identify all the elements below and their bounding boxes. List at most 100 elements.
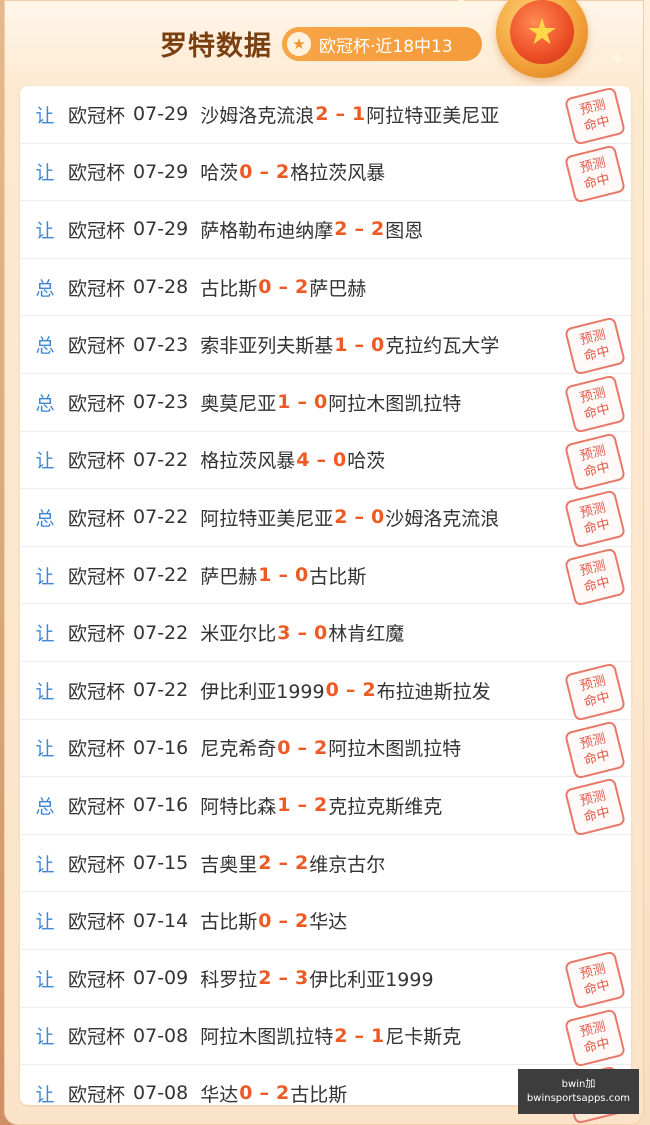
bet-type-tag: 让 [35, 450, 55, 473]
match-date: 07-29 [133, 103, 189, 126]
prediction-hit-stamp: 预测命中 [563, 547, 627, 607]
match-date: 07-16 [133, 794, 189, 817]
away-score: 0 [370, 506, 385, 529]
home-score: 2 [334, 218, 348, 241]
bet-type-tag: 总 [35, 392, 55, 415]
match-row[interactable]: 总欧冠杯 07-23 索非亚列夫斯基 1–0 克拉约瓦大学 预测 命中 [20, 316, 631, 376]
home-team: 阿拉木图凯拉特 [200, 1026, 334, 1049]
score-separator: – [345, 679, 356, 702]
score-separator: – [335, 103, 345, 126]
home-score: 1 [277, 794, 291, 817]
away-team: 哈茨 [347, 450, 386, 473]
away-team: 伊比利亚1999 [309, 968, 434, 991]
home-team: 阿特比森 [200, 795, 277, 818]
match-date: 07-14 [133, 909, 189, 932]
bet-type-tag: 让 [35, 968, 55, 991]
away-score: 2 [294, 852, 309, 875]
home-team: 索非亚列夫斯基 [200, 335, 334, 358]
match-row[interactable]: 让欧冠杯 07-14 古比斯 0–2 华达 [20, 892, 631, 950]
away-score: 2 [275, 160, 290, 183]
home-score: 1 [334, 333, 348, 356]
star-medal-icon: ★ [496, 0, 588, 78]
home-team: 古比斯 [200, 277, 258, 300]
match-row[interactable]: 让欧冠杯 07-22 伊比利亚1999 0–2 布拉迪斯拉发 预测 命中 [20, 662, 631, 722]
league-name: 欧冠杯 [68, 277, 126, 300]
home-team: 萨格勒布迪纳摩 [200, 219, 334, 242]
match-row[interactable]: 总欧冠杯 07-28 古比斯 0–2 萨巴赫 [20, 259, 631, 317]
home-score: 2 [258, 967, 272, 990]
match-row[interactable]: 让欧冠杯 07-22 格拉茨风暴 4–0 哈茨 预测 命中 [20, 431, 631, 492]
star-icon: ★ [287, 32, 311, 56]
bet-type-tag: 让 [35, 219, 55, 242]
match-row[interactable]: 让欧冠杯 07-22 米亚尔比 3–0 林肯红魔 [20, 604, 631, 662]
league-name: 欧冠杯 [68, 392, 126, 415]
home-team: 哈茨 [200, 162, 239, 185]
match-date: 07-22 [133, 506, 189, 529]
header: 罗特数据 ★ 欧冠杯·近18中13 ★ ✦ ✦ [0, 0, 650, 84]
match-row[interactable]: 让欧冠杯 07-29 沙姆洛克流浪 2–1 阿拉特亚美尼亚 预测 命中 [20, 86, 631, 146]
match-date: 07-22 [133, 564, 189, 587]
watermark-title: bwin加 [561, 1078, 596, 1090]
score-separator: – [278, 967, 288, 990]
match-row[interactable]: 让欧冠杯 07-16 尼克希奇 0–2 阿拉木图凯拉特 预测 命中 [20, 719, 631, 780]
prediction-hit-stamp: 预测命中 [563, 316, 627, 376]
league-name: 欧冠杯 [68, 162, 126, 185]
match-row[interactable]: 让欧冠杯 07-29 萨格勒布迪纳摩 2–2 图恩 [20, 201, 631, 259]
away-score: 0 [294, 564, 309, 587]
prediction-hit-stamp: 预测命中 [563, 719, 627, 780]
league-name: 欧冠杯 [68, 104, 126, 127]
home-team: 科罗拉 [200, 968, 258, 991]
prediction-hit-stamp: 预测命中 [563, 86, 627, 146]
home-score: 0 [258, 909, 272, 932]
match-date: 07-08 [133, 1082, 189, 1105]
match-row[interactable]: 让欧冠杯 07-15 吉奥里 2–2 维京古尔 [20, 835, 631, 893]
score-separator: – [297, 794, 307, 817]
away-team: 古比斯 [309, 565, 367, 588]
home-score: 1 [277, 391, 291, 414]
match-date: 07-28 [133, 276, 189, 299]
match-row[interactable]: 总欧冠杯 07-16 阿特比森 1–2 克拉克斯维克 预测 命中 [20, 777, 631, 837]
league-name: 欧冠杯 [68, 335, 126, 358]
match-date: 07-16 [133, 736, 189, 759]
prediction-hit-stamp: 预测命中 [563, 489, 627, 549]
home-score: 2 [315, 103, 329, 126]
away-team: 维京古尔 [309, 853, 386, 876]
away-team: 图恩 [385, 219, 424, 242]
match-row[interactable]: 让欧冠杯 07-22 萨巴赫 1–0 古比斯 预测 命中 [20, 547, 631, 607]
bet-type-tag: 让 [35, 162, 55, 185]
league-name: 欧冠杯 [68, 1083, 126, 1106]
score-separator: – [297, 736, 307, 759]
match-row[interactable]: 总欧冠杯 07-22 阿拉特亚美尼亚 2–0 沙姆洛克流浪 预测 命中 [20, 489, 631, 549]
match-row[interactable]: 总欧冠杯 07-23 奥莫尼亚 1–0 阿拉木图凯拉特 预测 命中 [20, 374, 631, 434]
medal-star-icon: ★ [510, 0, 574, 64]
away-team: 华达 [309, 911, 348, 934]
match-row[interactable]: 让欧冠杯 07-29 哈茨 0–2 格拉茨风暴 预测 命中 [20, 144, 631, 204]
away-score: 2 [313, 794, 328, 817]
score-separator: – [316, 448, 326, 471]
league-name: 欧冠杯 [68, 565, 126, 588]
match-row[interactable]: 让欧冠杯 07-09 科罗拉 2–3 伊比利亚1999 预测 命中 [20, 950, 631, 1010]
bet-type-tag: 让 [35, 1026, 55, 1049]
prediction-hit-stamp: 预测命中 [563, 144, 627, 204]
score-separator: – [297, 621, 307, 644]
home-team: 米亚尔比 [200, 623, 277, 646]
bet-type-tag: 让 [35, 680, 55, 703]
home-score: 0 [325, 679, 339, 702]
away-team: 古比斯 [290, 1083, 348, 1106]
away-team: 阿拉木图凯拉特 [328, 738, 462, 761]
home-team: 格拉茨风暴 [200, 450, 296, 473]
bet-type-tag: 让 [35, 911, 55, 934]
bet-type-tag: 让 [35, 853, 55, 876]
home-team: 古比斯 [200, 911, 258, 934]
home-score: 0 [277, 736, 291, 759]
bet-type-tag: 总 [35, 277, 55, 300]
away-team: 尼卡斯克 [385, 1026, 462, 1049]
match-date: 07-22 [133, 679, 189, 702]
home-score: 0 [239, 1082, 253, 1105]
home-score: 2 [334, 506, 348, 529]
away-score: 2 [294, 909, 309, 932]
match-row[interactable]: 让欧冠杯 07-08 阿拉木图凯拉特 2–1 尼卡斯克 预测 命中 [20, 1007, 631, 1068]
score-separator: – [278, 852, 288, 875]
home-team: 伊比利亚1999 [200, 680, 325, 703]
match-list: 让欧冠杯 07-29 沙姆洛克流浪 2–1 阿拉特亚美尼亚 预测 命中让欧冠杯 07-29 哈茨… [20, 86, 631, 1125]
